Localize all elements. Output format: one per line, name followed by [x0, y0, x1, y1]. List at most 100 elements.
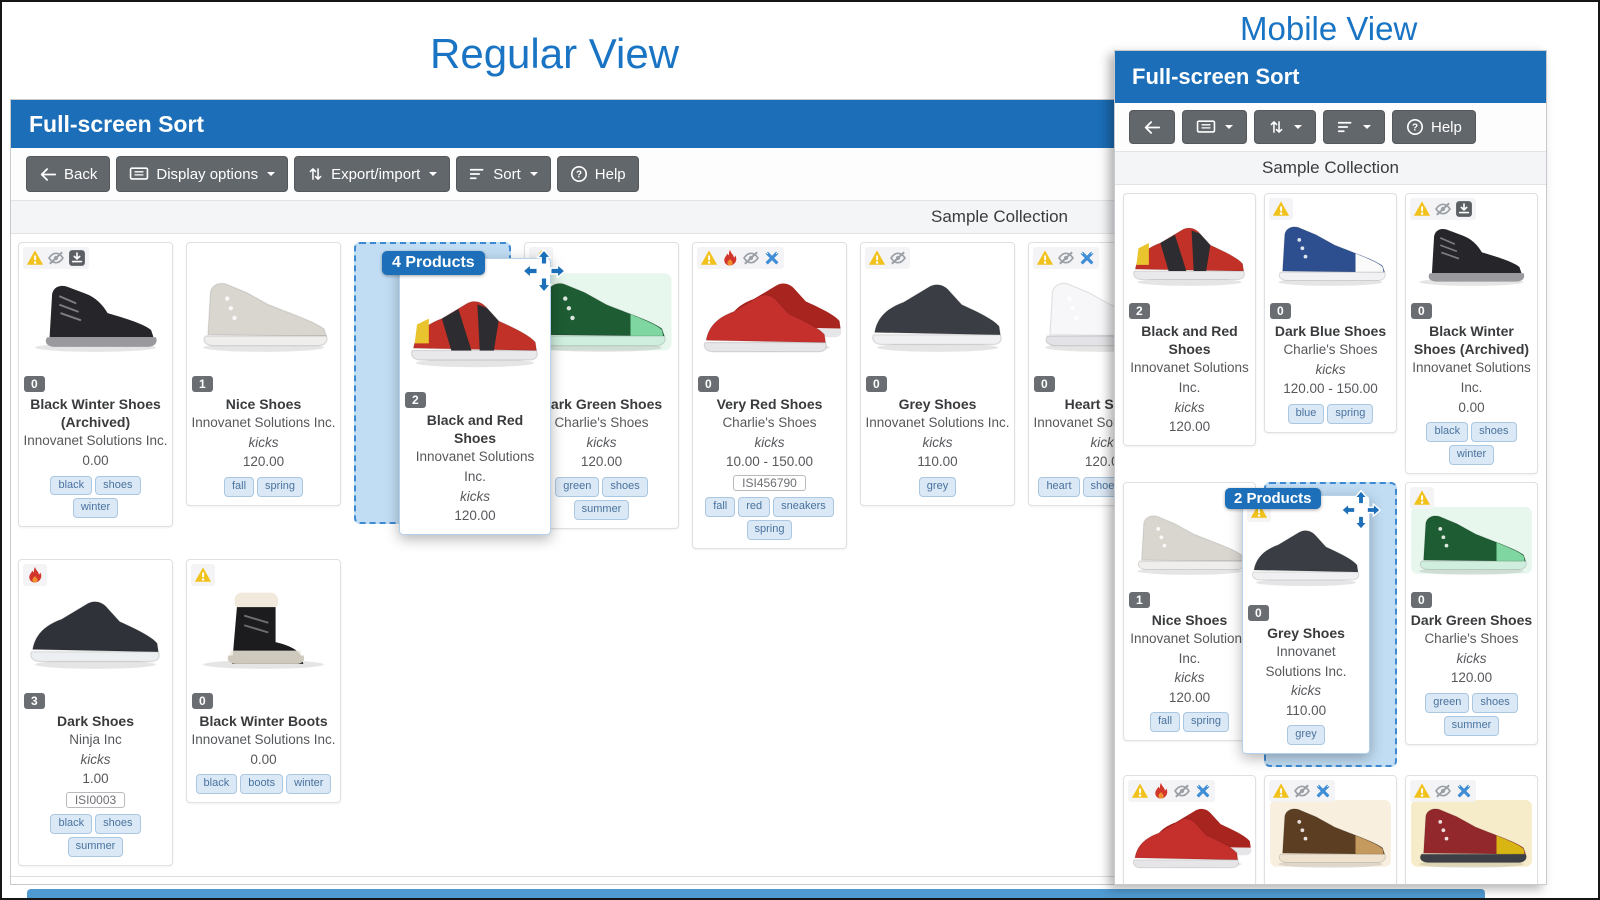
- warning-icon: [1413, 782, 1431, 800]
- collection-title: Sample Collection: [931, 207, 1069, 226]
- display-options-button[interactable]: Display options: [116, 156, 289, 192]
- product-tag: shoes: [95, 475, 141, 496]
- product-tag: shoes: [602, 476, 648, 497]
- product-tag: fall: [1149, 712, 1181, 733]
- product-vendor: Innovanet Solutions Inc.: [191, 415, 336, 431]
- product-card[interactable]: 0 Black Winter Shoes (Archived) Innovanet …: [1405, 193, 1538, 474]
- warning-icon: [1272, 782, 1290, 800]
- product-type: kicks: [248, 434, 279, 450]
- product-vendor: Innovanet Solutions Inc.: [191, 731, 336, 747]
- position-badge: 0: [1248, 604, 1269, 621]
- product-card[interactable]: 2 Black and Red Shoes Innovanet Solutions …: [399, 258, 551, 535]
- export-import-button[interactable]: Export/import: [294, 156, 451, 192]
- warning-icon: [1036, 249, 1054, 267]
- position-badge: 0: [1270, 303, 1291, 319]
- product-info: Black Winter Shoes (Archived) Innovanet S…: [19, 383, 172, 526]
- fire-icon: [721, 249, 739, 267]
- product-vendor: Innovanet Solutions Inc.: [1130, 631, 1249, 666]
- product-tag: spring: [746, 519, 793, 540]
- export-import-button[interactable]: [1254, 110, 1316, 144]
- product-info: Grey Shoes Innovanet Solutions Inc. kicks 1…: [1243, 612, 1369, 753]
- mobile-products-grid: 2 Black and Red Shoes Innovanet Solutions …: [1115, 185, 1546, 884]
- display-options-label: Display options: [156, 165, 259, 183]
- product-name: Nice Shoes: [1151, 611, 1228, 628]
- product-tag: heart: [1038, 476, 1080, 497]
- status-icon-row: [1269, 779, 1335, 802]
- product-image: [1265, 776, 1396, 884]
- product-name: Very Red Shoes: [716, 396, 823, 412]
- back-button[interactable]: Back: [26, 156, 111, 192]
- product-tag: summer: [573, 499, 630, 520]
- hidden-icon: [1293, 782, 1311, 800]
- product-card[interactable]: 0 Grey Shoes Innovanet Solutions Inc. kicks…: [1242, 494, 1370, 755]
- product-card[interactable]: 0 Black Winter Boots Innovanet Solutions I…: [186, 558, 341, 803]
- position-badge: 0: [866, 376, 887, 392]
- product-card[interactable]: 0 Dark Blue Shoes Charlie's Shoes kicks 120.…: [1264, 193, 1397, 433]
- product-image: [1406, 776, 1537, 884]
- status-icon-row: [697, 247, 784, 269]
- dragged-card[interactable]: 2 Black and Red Shoes Innovanet Solutions …: [382, 249, 566, 535]
- product-card[interactable]: 2 Black and Red Shoes Innovanet Solutions …: [1123, 193, 1256, 446]
- product-info: Grey Shoes Innovanet Solutions Inc. kicks 1…: [861, 383, 1014, 505]
- help-label: Help: [594, 165, 626, 183]
- product-card[interactable]: 3 Dark Shoes Ninja Inc kicks 1.00 ISI0003 blac…: [18, 558, 173, 866]
- help-button[interactable]: ? Help: [1392, 110, 1476, 144]
- sort-button[interactable]: Sort: [456, 156, 551, 192]
- archived-icon: [68, 249, 86, 267]
- chevron-down-icon: [1294, 125, 1302, 129]
- product-tags: grey: [865, 476, 1010, 497]
- page-title: Full-screen Sort: [1115, 51, 1546, 103]
- product-tag: spring: [1183, 712, 1230, 733]
- move-icon[interactable]: [1340, 489, 1382, 531]
- product-tag: black: [50, 475, 93, 496]
- product-price: 1.00: [82, 771, 109, 787]
- product-tag: green: [1425, 692, 1470, 713]
- warning-icon: [1413, 489, 1431, 507]
- help-button[interactable]: ? Help: [556, 156, 639, 192]
- product-tag: summer: [67, 836, 124, 857]
- warning-icon: [1131, 782, 1149, 800]
- display-icon: [1196, 119, 1216, 135]
- product-card[interactable]: [1405, 774, 1538, 884]
- product-card[interactable]: 0 Grey Shoes Innovanet Solutions Inc. kicks…: [860, 242, 1015, 506]
- back-label: Back: [64, 165, 98, 183]
- product-card[interactable]: 1 Nice Shoes Innovanet Solutions Inc. kicks…: [186, 242, 341, 506]
- screenshot-frame: Regular View Mobile View Full-screen Sor…: [0, 0, 1600, 900]
- product-tag: winter: [72, 498, 119, 519]
- product-tag: fall: [223, 476, 255, 497]
- product-name: Nice Shoes: [225, 396, 302, 412]
- tools-icon: [1078, 249, 1096, 267]
- drop-placeholder[interactable]: 2 Black and Red Shoes Innovanet Solutions …: [354, 242, 566, 535]
- archived-icon: [1455, 200, 1473, 218]
- position-badge: 0: [1411, 303, 1432, 319]
- product-vendor: Innovanet Solutions Inc.: [23, 433, 168, 449]
- up-down-arrows-icon: [307, 166, 324, 182]
- product-card[interactable]: 0 Black Winter Shoes (Archived) Innovanet …: [18, 242, 173, 528]
- drop-placeholder[interactable]: 0 Grey Shoes Innovanet Solutions Inc. kicks…: [1225, 481, 1397, 767]
- product-price: 0.00: [82, 452, 109, 468]
- chevron-down-icon: [1363, 125, 1371, 129]
- position-badge: 0: [192, 692, 213, 709]
- chevron-down-icon: [267, 172, 276, 176]
- product-tags: grey: [1247, 725, 1365, 746]
- display-options-button[interactable]: [1182, 110, 1247, 144]
- product-type: kicks: [922, 434, 953, 450]
- product-card[interactable]: 1 Nice Shoes Innovanet Solutions Inc. kicks…: [1123, 481, 1256, 742]
- sort-button[interactable]: [1323, 110, 1385, 144]
- product-card[interactable]: 0 Very Red Shoes Charlie's Shoes kicks 10.00…: [692, 242, 847, 549]
- product-tag: black: [50, 813, 93, 834]
- product-image: 2: [1124, 194, 1255, 319]
- svg-text:?: ?: [576, 170, 582, 181]
- product-card[interactable]: 0Very Red Shoes: [1123, 774, 1256, 884]
- status-icon-row: [1410, 779, 1476, 802]
- status-icon-row: [1269, 198, 1293, 220]
- product-card[interactable]: 0 Dark Green Shoes Charlie's Shoes kicks 120…: [1405, 481, 1538, 745]
- move-icon[interactable]: [521, 248, 567, 294]
- product-type: kicks: [1291, 683, 1321, 699]
- product-card[interactable]: [1264, 774, 1397, 884]
- back-button[interactable]: [1129, 110, 1175, 144]
- dragged-card[interactable]: 0 Grey Shoes Innovanet Solutions Inc. kicks…: [1225, 487, 1381, 755]
- product-price: 110.00: [917, 454, 958, 470]
- product-image: 0: [1406, 194, 1537, 319]
- tools-icon: [1455, 782, 1473, 800]
